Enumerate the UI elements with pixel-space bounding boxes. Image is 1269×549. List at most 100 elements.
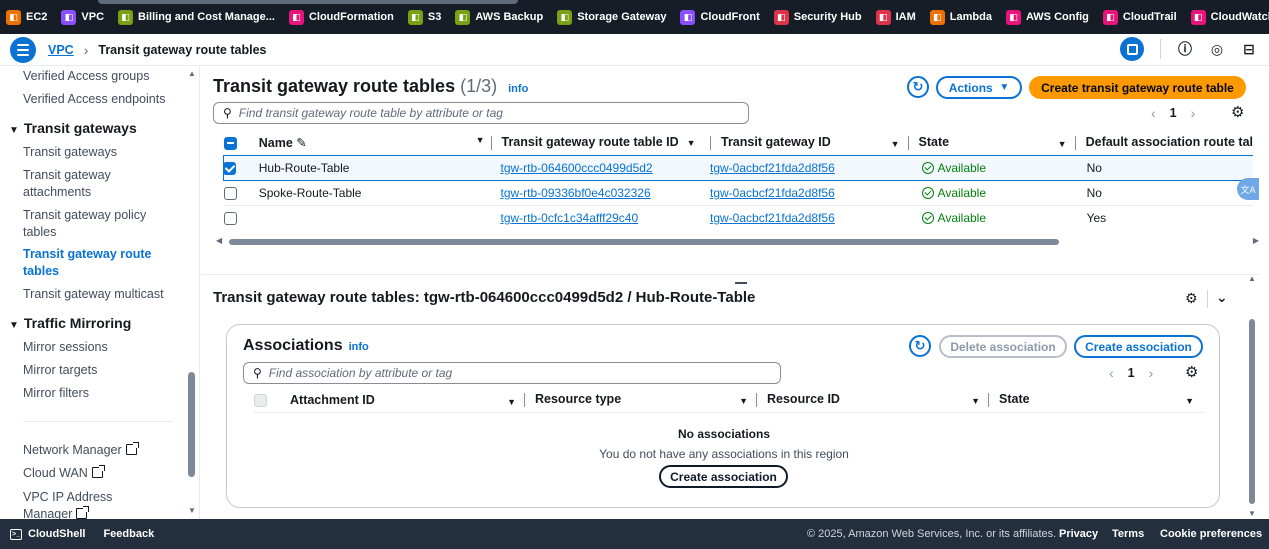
sidebar-item-mirror-targets[interactable]: Mirror targets xyxy=(23,362,97,379)
sort-icon[interactable]: ▼ xyxy=(476,135,485,145)
tgw-link[interactable]: tgw-0acbcf21fda2d8f56 xyxy=(710,186,835,200)
page-number[interactable]: 1 xyxy=(1170,106,1177,120)
association-search[interactable]: ⚲ xyxy=(243,362,781,384)
sidebar-section-transit-gateways[interactable]: ▼ Transit gateways xyxy=(9,120,137,136)
sidebar-item-tgw-policy-tables[interactable]: Transit gateway policy tables xyxy=(23,207,163,241)
table-row[interactable]: Hub-Route-Table tgw-rtb-064600ccc0499d5d… xyxy=(222,154,1253,181)
scroll-thumb[interactable] xyxy=(188,372,195,477)
sidebar-item-mirror-sessions[interactable]: Mirror sessions xyxy=(23,339,108,356)
prev-page-icon[interactable]: ‹ xyxy=(1151,105,1156,121)
select-all-checkbox[interactable] xyxy=(223,136,237,150)
rtb-link[interactable]: tgw-rtb-0cfc1c34afff29c40 xyxy=(501,211,639,225)
table-row[interactable]: Spoke-Route-Table tgw-rtb-09336bf0e4c032… xyxy=(223,179,1253,205)
notifications-icon[interactable]: ⊟ xyxy=(1241,41,1257,57)
service-shortcut-cloudwatch[interactable]: ◧ CloudWatch xyxy=(1190,9,1269,25)
scroll-thumb[interactable] xyxy=(229,239,1059,245)
sort-icon[interactable]: ▼ xyxy=(739,396,748,406)
sidebar-item-cloud-wan[interactable]: Cloud WAN xyxy=(23,465,105,482)
gear-icon[interactable]: ⚙ xyxy=(1185,290,1198,307)
sidebar-item-verified-access-endpoints[interactable]: Verified Access endpoints xyxy=(23,91,165,108)
empty-create-association-button[interactable]: Create association xyxy=(659,465,788,488)
sidebar-scrollbar[interactable]: ▲ ▼ xyxy=(187,67,197,519)
delete-association-button[interactable]: Delete association xyxy=(939,335,1067,358)
scroll-down-icon[interactable]: ▼ xyxy=(1248,509,1256,518)
table-row[interactable]: tgw-rtb-0cfc1c34afff29c40 tgw-0acbcf21fd… xyxy=(223,204,1253,230)
service-shortcut-storage-gateway[interactable]: ◧ Storage Gateway xyxy=(557,9,672,25)
tgw-link[interactable]: tgw-0acbcf21fda2d8f56 xyxy=(710,161,835,175)
sidebar-item-mirror-filters[interactable]: Mirror filters xyxy=(23,385,89,402)
gear-icon[interactable]: ⚙ xyxy=(1231,103,1244,121)
scroll-down-icon[interactable]: ▼ xyxy=(188,506,196,515)
translate-icon[interactable]: 文A xyxy=(1237,178,1259,200)
feedback-link[interactable]: Feedback xyxy=(103,528,154,540)
service-shortcut-security-hub[interactable]: ◧ Security Hub xyxy=(773,9,868,25)
search-input[interactable] xyxy=(268,366,744,380)
service-shortcut-cloudfront[interactable]: ◧ CloudFront xyxy=(680,9,765,25)
col-tgw-id[interactable]: Transit gateway ID ▼ xyxy=(710,131,908,155)
service-shortcut-lambda[interactable]: ◧ Lambda xyxy=(929,9,998,25)
sort-icon[interactable]: ▼ xyxy=(1058,139,1067,149)
col-name[interactable]: Name ✎ ▼ xyxy=(259,131,487,155)
actions-button[interactable]: Actions ▼ xyxy=(936,76,1022,99)
table-horizontal-scrollbar[interactable]: ◀ ▶ xyxy=(215,236,1259,247)
prev-page-icon[interactable]: ‹ xyxy=(1109,365,1114,381)
terms-link[interactable]: Terms xyxy=(1112,528,1144,540)
rtb-link[interactable]: tgw-rtb-09336bf0e4c032326 xyxy=(501,186,651,200)
page-number[interactable]: 1 xyxy=(1128,366,1135,380)
sort-icon[interactable]: ▼ xyxy=(687,138,696,148)
info-link[interactable]: info xyxy=(349,341,369,353)
drag-handle[interactable] xyxy=(98,0,518,4)
sidebar-item-vpc-ipam[interactable]: VPC IP Address Manager xyxy=(23,489,163,519)
split-panel-icon[interactable] xyxy=(1120,37,1144,61)
create-route-table-button[interactable]: Create transit gateway route table xyxy=(1029,76,1246,99)
service-shortcut-vpc[interactable]: ◧ VPC xyxy=(61,9,110,25)
create-association-button[interactable]: Create association xyxy=(1074,335,1203,358)
tgw-link[interactable]: tgw-0acbcf21fda2d8f56 xyxy=(710,211,835,225)
sidebar-item-network-manager[interactable]: Network Manager xyxy=(23,442,139,459)
sidebar-item-verified-access-groups[interactable]: Verified Access groups xyxy=(23,68,149,85)
scroll-left-icon[interactable]: ◀ xyxy=(216,236,222,245)
gear-icon[interactable]: ⚙ xyxy=(1185,363,1198,381)
scroll-up-icon[interactable]: ▲ xyxy=(1248,274,1256,283)
col-state[interactable]: State ▼ xyxy=(980,388,1204,413)
row-checkbox[interactable] xyxy=(223,211,237,225)
resize-handle[interactable] xyxy=(735,282,747,284)
sidebar-item-tgw-multicast[interactable]: Transit gateway multicast xyxy=(23,286,164,303)
scroll-thumb[interactable] xyxy=(1249,319,1255,504)
refresh-icon[interactable]: ↻ xyxy=(909,335,931,357)
settings-icon[interactable]: ◎ xyxy=(1209,41,1225,57)
scroll-up-icon[interactable]: ▲ xyxy=(188,69,196,78)
col-rtb-id[interactable]: Transit gateway route table ID ▼ xyxy=(487,131,711,155)
sidebar-item-tgw-route-tables[interactable]: Transit gateway route tables xyxy=(23,246,158,280)
privacy-link[interactable]: Privacy xyxy=(1059,528,1098,540)
sort-icon[interactable]: ▼ xyxy=(1185,396,1194,406)
sort-icon[interactable]: ▼ xyxy=(507,397,516,407)
sidebar-item-tgw-attachments[interactable]: Transit gateway attachments xyxy=(23,167,153,201)
row-checkbox[interactable] xyxy=(223,161,236,175)
col-default-assoc[interactable]: Default association route tal xyxy=(1074,131,1253,155)
info-link[interactable]: info xyxy=(508,83,528,95)
row-checkbox[interactable] xyxy=(223,186,237,200)
service-shortcut-aws-backup[interactable]: ◧ AWS Backup xyxy=(455,9,549,25)
search-input[interactable] xyxy=(238,106,712,120)
route-table-search[interactable]: ⚲ xyxy=(213,102,749,124)
sidebar-section-traffic-mirroring[interactable]: ▼ Traffic Mirroring xyxy=(9,315,131,331)
chevron-down-icon[interactable]: ⌄ xyxy=(1216,289,1228,306)
page-vertical-scrollbar[interactable]: ▲ ▼ xyxy=(1247,274,1257,518)
col-resource-type[interactable]: Resource type ▼ xyxy=(516,388,748,413)
service-shortcut-s3[interactable]: ◧ S3 xyxy=(407,9,447,25)
service-shortcut-ec2[interactable]: ◧ EC2 xyxy=(6,9,53,25)
scroll-right-icon[interactable]: ▶ xyxy=(1253,236,1259,245)
next-page-icon[interactable]: › xyxy=(1149,365,1154,381)
col-resource-id[interactable]: Resource ID ▼ xyxy=(748,388,980,413)
col-attachment-id[interactable]: Attachment ID ▼ xyxy=(290,388,516,413)
cloudshell-button[interactable]: >_ CloudShell xyxy=(10,528,85,540)
service-shortcut-iam[interactable]: ◧ IAM xyxy=(875,9,922,25)
rtb-link[interactable]: tgw-rtb-064600ccc0499d5d2 xyxy=(501,161,653,175)
cookie-preferences-link[interactable]: Cookie preferences xyxy=(1160,528,1262,540)
info-icon[interactable]: ⓘ xyxy=(1177,41,1193,57)
service-shortcut-billing-and-cost-manage[interactable]: ◧ Billing and Cost Manage... xyxy=(118,9,281,25)
breadcrumb-vpc-link[interactable]: VPC xyxy=(48,43,74,57)
next-page-icon[interactable]: › xyxy=(1191,105,1196,121)
menu-icon[interactable] xyxy=(10,36,36,63)
